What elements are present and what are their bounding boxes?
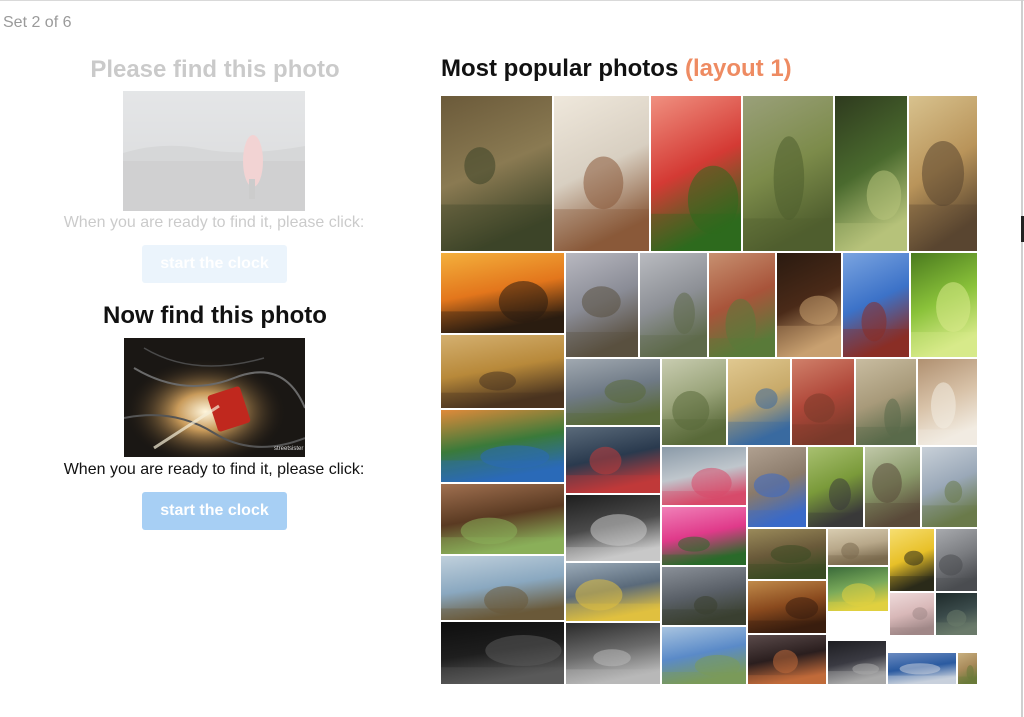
photo-statue-balloons-square[interactable] (748, 447, 806, 527)
photo-blue-tit-bird[interactable] (828, 567, 888, 611)
photo-abandoned-car-bw[interactable] (566, 623, 660, 684)
photo-running-goat[interactable] (828, 529, 888, 565)
previous-target-photo (123, 91, 305, 211)
photo-pink-cosmos-flower[interactable] (662, 507, 746, 565)
photo-red-dahlia-flower[interactable] (651, 96, 741, 251)
photo-bw-interior-window[interactable] (566, 495, 660, 561)
photo-tree-reflection-lake[interactable] (441, 96, 552, 251)
photo-coastal-rocks-sea[interactable] (441, 556, 564, 620)
photo-woman-holding-hare[interactable] (554, 96, 649, 251)
photo-tower-on-hill[interactable] (922, 447, 977, 527)
photo-beach-evening-people[interactable] (566, 253, 638, 357)
photo-pier-lake-sunny[interactable] (662, 627, 746, 684)
photo-green-mountain-valley[interactable] (743, 96, 833, 251)
previous-start-clock-button: start the clock (142, 245, 287, 283)
current-target-heading: Now find this photo (103, 302, 327, 329)
photo-watermark: streetsister (274, 446, 303, 452)
photo-green-orchid[interactable] (911, 253, 977, 357)
photo-pink-flamingos-flight[interactable] (662, 447, 746, 505)
previous-target-heading: Please find this photo (90, 56, 340, 83)
photo-iguana-lizard[interactable] (936, 593, 977, 635)
current-target-photo: streetsister (124, 338, 305, 457)
photo-marmot-rocks[interactable] (865, 447, 920, 527)
previous-target-instruction: When you are ready to find it, please cl… (63, 214, 365, 231)
layout-label: (layout 1) (684, 55, 792, 82)
photo-light-painting-beach[interactable] (566, 427, 660, 493)
gallery-heading: Most popular photos (layout 1) (441, 55, 792, 83)
start-clock-button[interactable]: start the clock (142, 492, 287, 530)
photo-latte-art-coffee[interactable] (777, 253, 841, 357)
photo-olive-trees-path[interactable] (662, 359, 726, 445)
photo-castle-ruin-clouds[interactable] (566, 359, 660, 425)
window-right-border (1021, 0, 1023, 717)
photo-cafe-square-domes[interactable] (728, 359, 790, 445)
photo-fly-on-yellow[interactable] (890, 529, 934, 591)
photo-church-interior-arches[interactable] (748, 581, 826, 633)
photo-mushrooms-forest-floor[interactable] (748, 529, 826, 579)
photo-red-canyon-landscape[interactable] (709, 253, 775, 357)
photo-barnacle-goose[interactable] (808, 447, 863, 527)
photo-blue-ocean-cliff[interactable] (888, 653, 956, 684)
gallery-title: Most popular photos (441, 55, 679, 82)
photo-sparrow-on-straw[interactable] (909, 96, 977, 251)
target-panel: Please find this photo When you are read… (0, 0, 430, 717)
photo-man-in-dark-light[interactable] (828, 641, 886, 684)
photo-glass-of-milk[interactable] (918, 359, 977, 445)
current-target-instruction: When you are ready to find it, please cl… (63, 461, 365, 478)
photo-statue-garden-sepia[interactable] (856, 359, 916, 445)
photo-person-megaphone[interactable] (566, 563, 660, 621)
photo-kingfisher-bird[interactable] (441, 410, 564, 482)
photo-palm-fronds-sky[interactable] (835, 96, 907, 251)
photo-horse-field[interactable] (958, 653, 977, 684)
photo-red-building-facade[interactable] (792, 359, 854, 445)
photo-two-donkeys[interactable] (441, 484, 564, 554)
photo-calm-sea-horizon[interactable] (936, 529, 977, 591)
photo-deer-in-grass[interactable] (441, 335, 564, 408)
photo-pink-wall-shadow[interactable] (890, 593, 934, 635)
photo-dark-hills-stormy[interactable] (662, 567, 746, 625)
photo-sunset-gazebo[interactable] (441, 253, 564, 333)
photo-grey-mountains-haze[interactable] (640, 253, 707, 357)
photo-night-sparks[interactable] (748, 635, 826, 684)
photo-red-barn-blue-sky[interactable] (843, 253, 909, 357)
photo-boy-portrait-bw[interactable] (441, 622, 564, 684)
